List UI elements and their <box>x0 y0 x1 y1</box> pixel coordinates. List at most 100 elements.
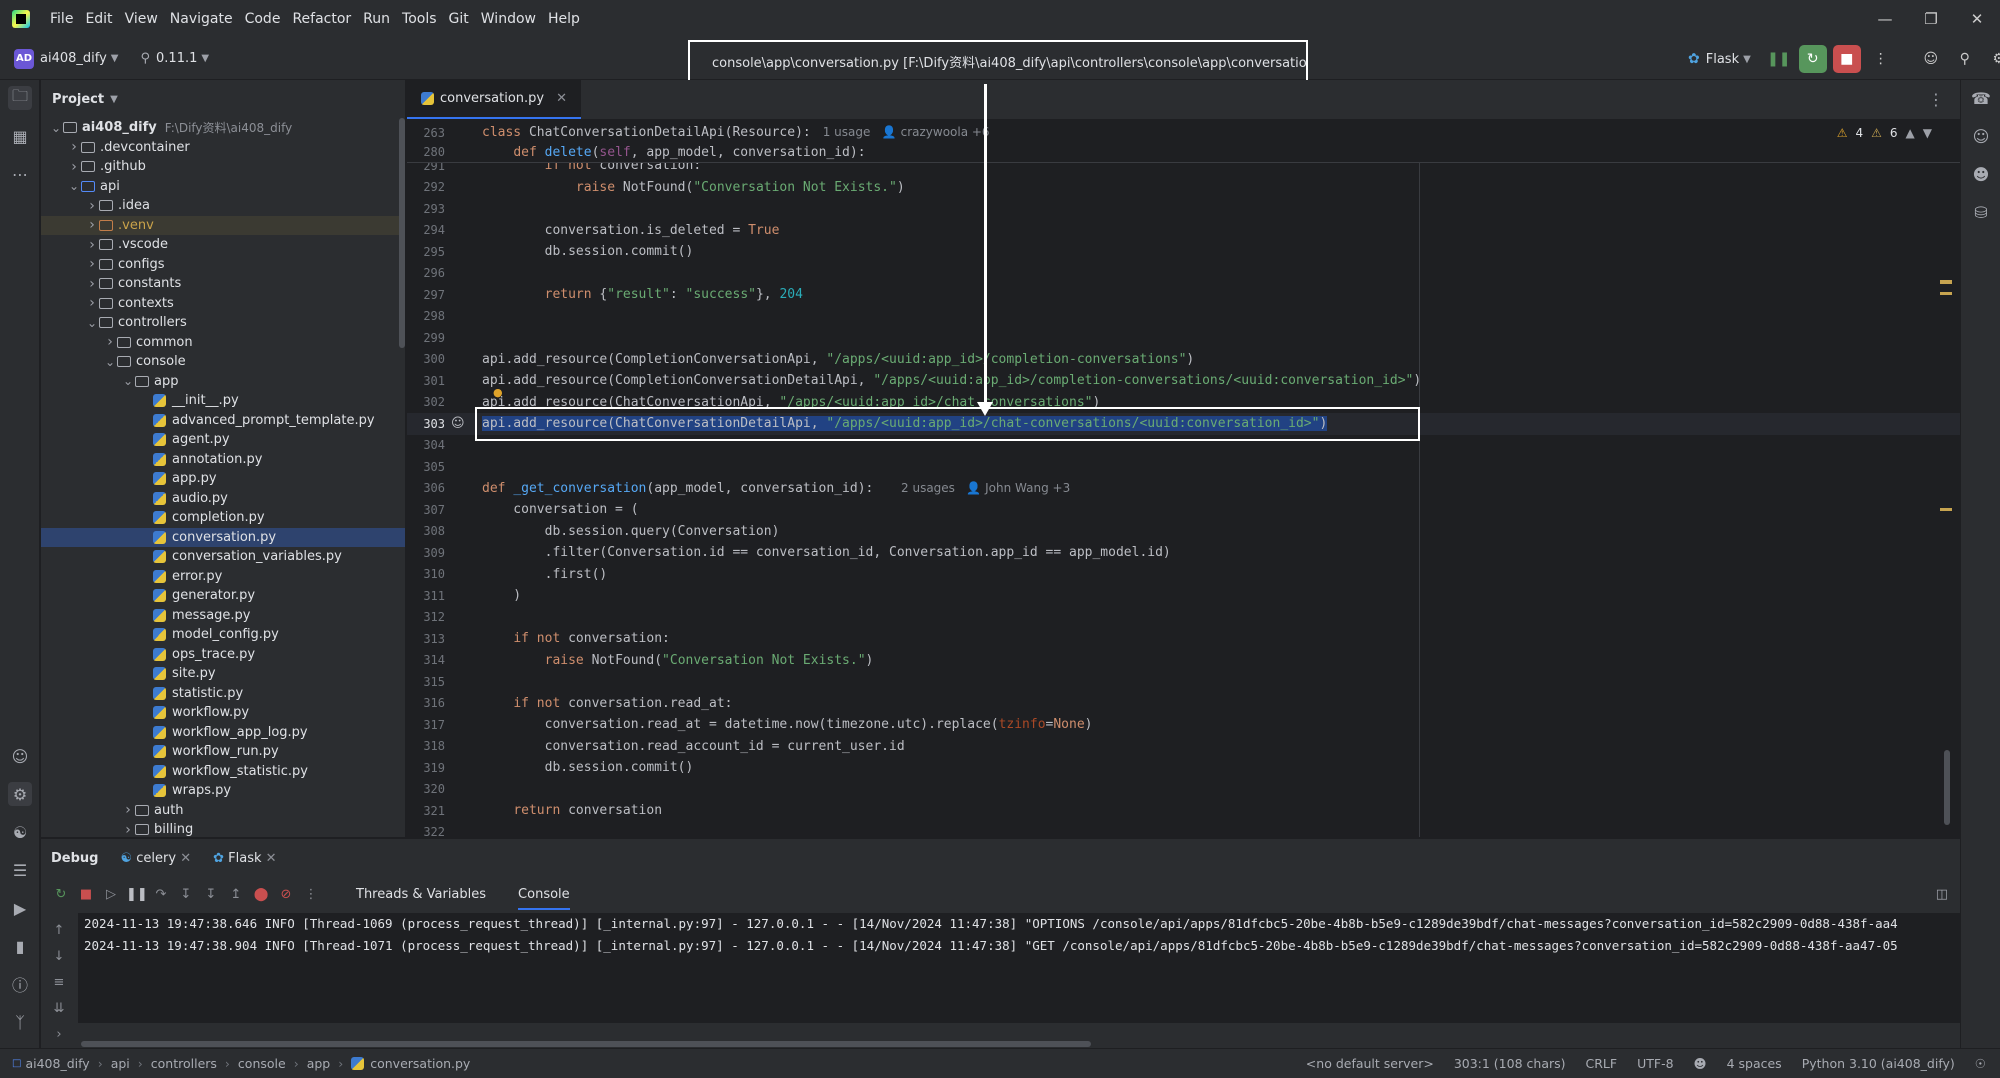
git-icon[interactable]: ᛉ <box>8 1010 32 1034</box>
tab-console[interactable]: Console <box>518 887 570 910</box>
rerun-icon[interactable]: ↻ <box>1798 45 1827 73</box>
code-line[interactable]: 320 <box>407 779 1960 801</box>
console-output[interactable]: 2024-11-13 19:47:38.646 INFO [Thread-106… <box>78 913 1960 1023</box>
database-icon[interactable]: ⛁ <box>1969 200 1993 224</box>
lock-icon[interactable]: ☉ <box>1975 1056 1986 1071</box>
code-line[interactable]: 313 if not conversation: <box>407 628 1960 650</box>
tree-item[interactable]: › .github <box>41 157 405 177</box>
tree-item[interactable]: conversation.py <box>41 527 405 547</box>
more-icon[interactable]: ⋮ <box>1867 45 1895 73</box>
tree-item[interactable]: › configs <box>41 255 405 275</box>
tab-conversation-py[interactable]: conversation.py ✕ <box>407 79 582 119</box>
minimize-icon[interactable]: — <box>1862 0 1908 38</box>
tree-item[interactable]: error.py <box>41 567 405 587</box>
tree-item[interactable]: __init__.py <box>41 391 405 411</box>
arrow-down-icon[interactable]: ↓ <box>49 949 69 964</box>
branch-version[interactable]: 0.11.1 <box>156 51 197 66</box>
code-line[interactable]: 310 .first() <box>407 564 1960 586</box>
console-hscrollbar[interactable] <box>81 1041 1091 1047</box>
chevron-down-icon[interactable]: ⌄ <box>49 121 63 135</box>
menu-git[interactable]: Git <box>443 0 475 38</box>
menu-code[interactable]: Code <box>239 0 287 38</box>
menu-help[interactable]: Help <box>542 0 586 38</box>
stop-icon[interactable]: ■ <box>76 887 96 902</box>
code-line[interactable]: 317 conversation.read_at = datetime.now(… <box>407 714 1960 736</box>
code-line[interactable]: 309 .filter(Conversation.id == conversat… <box>407 542 1960 564</box>
code-line[interactable]: 296 <box>407 263 1960 285</box>
breadcrumb-project[interactable]: ai408_dify <box>25 1056 89 1071</box>
scroll-to-end-icon[interactable]: ⇊ <box>49 1001 69 1016</box>
code-line[interactable]: 304 <box>407 435 1960 457</box>
code-line[interactable]: 295 db.session.commit() <box>407 241 1960 263</box>
chevron-down-icon[interactable]: ▼ <box>111 53 119 64</box>
tree-item[interactable]: annotation.py <box>41 450 405 470</box>
caret-position[interactable]: 303:1 (108 chars) <box>1454 1056 1566 1071</box>
stop-icon[interactable]: ■ <box>1832 45 1861 73</box>
tree-item[interactable]: ⌄ console <box>41 352 405 372</box>
tree-item[interactable]: ⌄ api <box>41 177 405 197</box>
step-out-icon[interactable]: ↥ <box>226 887 246 902</box>
code-line[interactable]: 316 if not conversation.read_at: <box>407 693 1960 715</box>
python-console-icon[interactable]: ☯ <box>8 820 32 844</box>
chevron-right-icon[interactable]: › <box>85 217 99 233</box>
tree-item[interactable]: workflow_app_log.py <box>41 723 405 743</box>
tree-item[interactable]: audio.py <box>41 489 405 509</box>
soft-wrap-icon[interactable]: ≡ <box>49 975 69 990</box>
sticky-line[interactable]: 280 def delete(self, app_model, conversa… <box>407 142 1960 164</box>
python-interpreter[interactable]: Python 3.10 (ai408_dify) <box>1802 1056 1955 1071</box>
project-badge[interactable]: AD <box>14 48 34 69</box>
tree-item[interactable]: ops_trace.py <box>41 645 405 665</box>
file-encoding[interactable]: UTF-8 <box>1637 1056 1673 1071</box>
copilot-icon[interactable]: ☻ <box>1969 162 1993 186</box>
menu-window[interactable]: Window <box>475 0 542 38</box>
mute-breakpoints-icon[interactable]: ⊘ <box>276 887 296 902</box>
code-line[interactable]: 298 <box>407 306 1960 328</box>
pause-icon[interactable]: ❚❚ <box>1765 45 1793 73</box>
menu-navigate[interactable]: Navigate <box>164 0 239 38</box>
search-icon[interactable]: ⚲ <box>1951 45 1979 73</box>
more-tools-icon[interactable]: ⋯ <box>8 162 32 186</box>
tree-item[interactable]: › .idea <box>41 196 405 216</box>
code-line[interactable]: 311 ) <box>407 585 1960 607</box>
problems-icon[interactable]: ⓘ <box>8 972 32 996</box>
gutter-ai-icon[interactable]: ☺ <box>451 416 465 431</box>
chevron-right-icon[interactable]: › <box>67 139 81 155</box>
warning-marker[interactable] <box>1940 280 1952 284</box>
chevron-right-icon[interactable]: › <box>85 276 99 292</box>
step-into-my-code-icon[interactable]: ↧ <box>201 887 221 902</box>
warning-marker[interactable] <box>1940 292 1952 295</box>
menu-view[interactable]: View <box>119 0 164 38</box>
tree-item[interactable]: message.py <box>41 606 405 626</box>
tab-threads-variables[interactable]: Threads & Variables <box>356 887 486 902</box>
tree-item[interactable]: ⌄ ai408_dify F:\Dify资料\ai408_dify <box>41 118 405 138</box>
chevron-up-icon[interactable]: ▲ <box>1906 126 1915 140</box>
view-breakpoints-icon[interactable]: ⬤ <box>251 887 271 902</box>
more-icon[interactable]: ⋮ <box>301 887 321 902</box>
chevron-right-icon[interactable]: › <box>85 237 99 253</box>
server-status[interactable]: <no default server> <box>1306 1056 1434 1071</box>
code-line[interactable]: 315 <box>407 671 1960 693</box>
code-line[interactable]: 308 db.session.query(Conversation) <box>407 521 1960 543</box>
chevron-right-icon[interactable]: › <box>103 334 117 350</box>
code-line[interactable]: 307 conversation = ( <box>407 499 1960 521</box>
tree-item[interactable]: generator.py <box>41 586 405 606</box>
project-panel-header[interactable]: Project ▼ <box>41 80 405 118</box>
structure-icon[interactable]: ▦ <box>8 124 32 148</box>
code-line[interactable]: 291 if not conversation: <box>407 163 1960 177</box>
arrow-up-icon[interactable]: ↑ <box>49 923 69 938</box>
breadcrumb-api[interactable]: api <box>111 1056 130 1071</box>
layers-icon[interactable]: ☰ <box>8 858 32 882</box>
tree-item[interactable]: › auth <box>41 801 405 821</box>
chevron-down-icon[interactable]: ▼ <box>1923 126 1932 140</box>
intention-bulb-icon[interactable]: ● <box>493 386 503 399</box>
code-line[interactable]: 299 <box>407 327 1960 349</box>
chevron-down-icon[interactable]: ⌄ <box>103 355 117 369</box>
inspection-widget[interactable]: ⚠ 4 ⚠ 6 ▲ ▼ <box>1837 126 1932 140</box>
tree-item[interactable]: › common <box>41 333 405 353</box>
tree-item[interactable]: agent.py <box>41 430 405 450</box>
code-line[interactable]: 322 <box>407 822 1960 837</box>
code-line[interactable]: 293 <box>407 198 1960 220</box>
breadcrumb-controllers[interactable]: controllers <box>151 1056 217 1071</box>
menu-run[interactable]: Run <box>357 0 396 38</box>
menu-file[interactable]: File <box>44 0 79 38</box>
